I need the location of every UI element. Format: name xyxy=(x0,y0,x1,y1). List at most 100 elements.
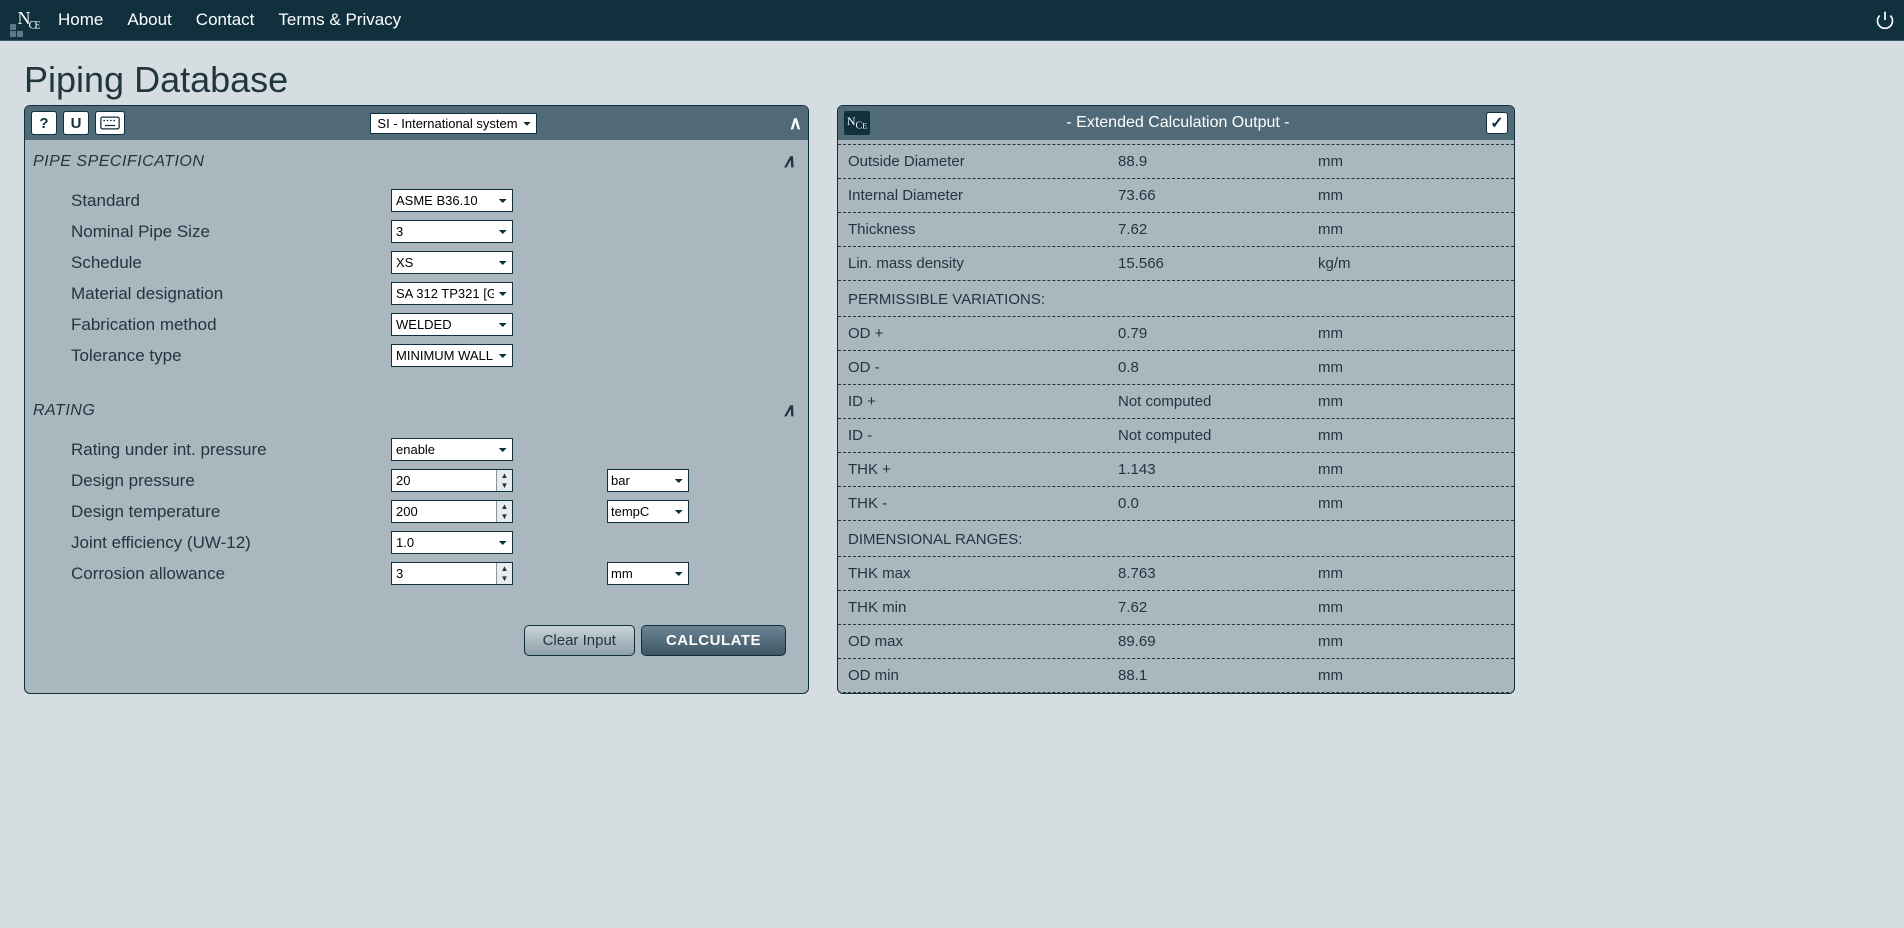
nav-about[interactable]: About xyxy=(127,10,171,30)
spinner-down-icon[interactable]: ▼ xyxy=(497,512,512,523)
output-label: THK min xyxy=(848,599,1118,616)
collapse-rating-icon[interactable] xyxy=(782,399,796,422)
select-pressure-unit[interactable]: bar xyxy=(607,469,689,492)
output-unit: mm xyxy=(1318,565,1343,582)
help-button[interactable]: ? xyxy=(31,111,57,135)
section-title-spec: PIPE SPECIFICATION xyxy=(33,153,204,171)
spinner-up-icon[interactable]: ▲ xyxy=(497,470,512,481)
select-joint-efficiency[interactable]: 1.0 xyxy=(391,531,513,554)
label-nps: Nominal Pipe Size xyxy=(71,222,391,242)
nav-terms[interactable]: Terms & Privacy xyxy=(278,10,401,30)
output-unit: mm xyxy=(1318,427,1343,444)
select-rating-enable[interactable]: enable xyxy=(391,438,513,461)
output-label: THK max xyxy=(848,565,1118,582)
spinner-down-icon[interactable]: ▼ xyxy=(497,481,512,492)
section-header-spec: PIPE SPECIFICATION xyxy=(25,140,808,177)
output-label: Internal Diameter xyxy=(848,187,1118,204)
undo-button[interactable]: U xyxy=(63,111,89,135)
output-label: OD min xyxy=(848,667,1118,684)
label-joint-efficiency: Joint efficiency (UW-12) xyxy=(71,533,391,553)
page-title: Piping Database xyxy=(0,41,1904,105)
output-unit: mm xyxy=(1318,599,1343,616)
select-material[interactable]: SA 312 TP321 [G5] xyxy=(391,282,513,305)
output-value: 88.1 xyxy=(1118,667,1318,684)
select-schedule[interactable]: XS xyxy=(391,251,513,274)
output-row: Thickness7.62mm xyxy=(838,213,1514,247)
top-navbar: NCE Home About Contact Terms & Privacy xyxy=(0,0,1904,41)
keyboard-button[interactable] xyxy=(95,111,125,135)
output-row: THK min7.62mm xyxy=(838,591,1514,625)
output-unit: mm xyxy=(1318,187,1343,204)
output-panel: NCE - Extended Calculation Output - ✓ Ou… xyxy=(837,105,1515,694)
spinner-up-icon[interactable]: ▲ xyxy=(497,501,512,512)
input-corrosion[interactable] xyxy=(391,562,513,585)
output-unit: mm xyxy=(1318,325,1343,342)
output-value: 15.566 xyxy=(1118,255,1318,272)
output-value: 73.66 xyxy=(1118,187,1318,204)
unit-system-select[interactable]: SI - International system xyxy=(370,113,537,134)
calculate-button[interactable]: CALCULATE xyxy=(641,625,786,656)
label-schedule: Schedule xyxy=(71,253,391,273)
section-title-rating: RATING xyxy=(33,402,95,420)
app-logo: NCE xyxy=(8,1,48,39)
select-tolerance[interactable]: MINIMUM WALL xyxy=(391,344,513,367)
output-value: Not computed xyxy=(1118,393,1318,410)
output-row: ID -Not computedmm xyxy=(838,419,1514,453)
select-standard[interactable]: ASME B36.10 xyxy=(391,189,513,212)
output-row: THK +1.143mm xyxy=(838,453,1514,487)
clear-input-button[interactable]: Clear Input xyxy=(524,625,635,656)
output-label: OD - xyxy=(848,359,1118,376)
output-value: 0.0 xyxy=(1118,495,1318,512)
label-fabrication: Fabrication method xyxy=(71,315,391,335)
output-unit: mm xyxy=(1318,495,1343,512)
label-material: Material designation xyxy=(71,284,391,304)
collapse-spec-icon[interactable] xyxy=(782,150,796,173)
output-unit: mm xyxy=(1318,153,1343,170)
output-unit: mm xyxy=(1318,359,1343,376)
input-design-pressure[interactable] xyxy=(391,469,513,492)
output-unit: kg/m xyxy=(1318,255,1351,272)
output-subheader: PERMISSIBLE VARIATIONS: xyxy=(838,281,1514,317)
output-row: OD min88.1mm xyxy=(838,659,1514,693)
power-icon[interactable] xyxy=(1874,9,1896,31)
output-label: THK + xyxy=(848,461,1118,478)
label-standard: Standard xyxy=(71,191,391,211)
output-row: THK -0.0mm xyxy=(838,487,1514,521)
output-row: OD +0.79mm xyxy=(838,317,1514,351)
output-label: Lin. mass density xyxy=(848,255,1118,272)
output-panel-header: NCE - Extended Calculation Output - ✓ xyxy=(838,106,1514,140)
section-header-rating: RATING xyxy=(25,389,808,426)
label-tolerance: Tolerance type xyxy=(71,346,391,366)
output-value: 88.9 xyxy=(1118,153,1318,170)
spinner-down-icon[interactable]: ▼ xyxy=(497,574,512,585)
output-label: OD + xyxy=(848,325,1118,342)
output-row: Outside Diameter88.9mm xyxy=(838,144,1514,179)
output-row: THK max8.763mm xyxy=(838,557,1514,591)
select-nps[interactable]: 3 xyxy=(391,220,513,243)
nav-home[interactable]: Home xyxy=(58,10,103,30)
output-label: OD max xyxy=(848,633,1118,650)
output-value: Not computed xyxy=(1118,427,1318,444)
output-label: ID + xyxy=(848,393,1118,410)
output-unit: mm xyxy=(1318,393,1343,410)
output-unit: mm xyxy=(1318,667,1343,684)
select-corrosion-unit[interactable]: mm xyxy=(607,562,689,585)
spinner-up-icon[interactable]: ▲ xyxy=(497,563,512,574)
collapse-panel-icon[interactable] xyxy=(789,112,802,135)
input-design-temperature[interactable] xyxy=(391,500,513,523)
select-temperature-unit[interactable]: tempC xyxy=(607,500,689,523)
output-check-button[interactable]: ✓ xyxy=(1486,112,1508,134)
label-corrosion: Corrosion allowance xyxy=(71,564,391,584)
nav-contact[interactable]: Contact xyxy=(196,10,255,30)
label-design-pressure: Design pressure xyxy=(71,471,391,491)
output-subheader: DIMENSIONAL RANGES: xyxy=(838,521,1514,557)
output-unit: mm xyxy=(1318,461,1343,478)
select-fabrication[interactable]: WELDED xyxy=(391,313,513,336)
output-row: Internal Diameter73.66mm xyxy=(838,179,1514,213)
output-row: ID +Not computedmm xyxy=(838,385,1514,419)
output-value: 1.143 xyxy=(1118,461,1318,478)
output-value: 0.79 xyxy=(1118,325,1318,342)
label-design-temperature: Design temperature xyxy=(71,502,391,522)
output-unit: mm xyxy=(1318,221,1343,238)
output-value: 7.62 xyxy=(1118,221,1318,238)
